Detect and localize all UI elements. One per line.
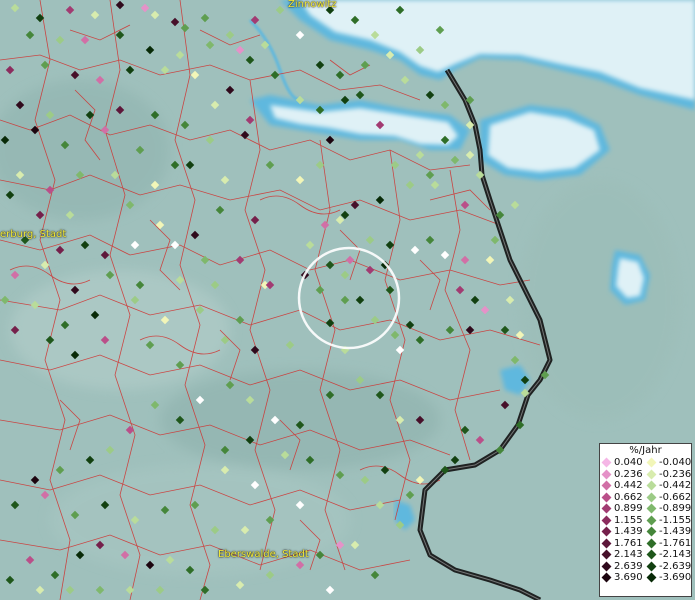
legend-value: -0.040 bbox=[659, 457, 692, 468]
legend-row: 2.639 -2.639 bbox=[600, 561, 691, 573]
legend-entry-neg: -3.690 bbox=[645, 572, 691, 584]
legend-entry-pos: 0.040 bbox=[600, 457, 645, 469]
legend-entry-pos: 0.899 bbox=[600, 503, 645, 515]
legend-swatch bbox=[646, 492, 657, 503]
legend-value: 2.143 bbox=[614, 549, 643, 560]
legend-value: 1.761 bbox=[614, 537, 643, 549]
legend-value: -3.690 bbox=[659, 572, 692, 583]
legend-value: 0.899 bbox=[614, 503, 643, 514]
legend-value: -1.155 bbox=[659, 514, 692, 526]
legend-swatch bbox=[646, 457, 657, 468]
legend-row: 0.662 -0.662 bbox=[600, 492, 691, 504]
legend-row: 2.143 -2.143 bbox=[600, 549, 691, 561]
legend-row: 0.236 -0.236 bbox=[600, 469, 691, 481]
legend: %/Jahr 0.040 -0.040 0.236 -0.236 0.442 -0.442… bbox=[599, 443, 692, 597]
legend-entry-pos: 2.639 bbox=[600, 561, 645, 573]
legend-swatch bbox=[601, 492, 612, 503]
legend-entry-neg: -0.236 bbox=[645, 469, 691, 481]
legend-value: 3.690 bbox=[614, 572, 643, 583]
legend-title: %/Jahr bbox=[629, 445, 662, 456]
legend-value: 0.236 bbox=[614, 468, 643, 480]
legend-swatch bbox=[646, 515, 657, 526]
legend-swatch bbox=[601, 469, 612, 480]
legend-swatch bbox=[601, 526, 612, 537]
legend-swatch bbox=[646, 469, 657, 480]
legend-entry-neg: -0.442 bbox=[645, 480, 691, 492]
legend-row: 1.761 -1.761 bbox=[600, 538, 691, 550]
legend-swatch bbox=[601, 480, 612, 491]
legend-swatch bbox=[646, 561, 657, 572]
legend-swatch bbox=[646, 572, 657, 583]
legend-swatch bbox=[646, 503, 657, 514]
legend-row: 1.155 -1.155 bbox=[600, 515, 691, 527]
legend-value: 1.439 bbox=[614, 526, 643, 537]
legend-value: -0.236 bbox=[659, 468, 692, 480]
legend-value: -2.639 bbox=[659, 560, 692, 572]
legend-entry-neg: -0.662 bbox=[645, 492, 691, 504]
legend-row: 1.439 -1.439 bbox=[600, 526, 691, 538]
legend-swatch bbox=[601, 457, 612, 468]
legend-entry-neg: -0.899 bbox=[645, 503, 691, 515]
legend-swatch bbox=[646, 538, 657, 549]
legend-swatch bbox=[601, 561, 612, 572]
legend-entry-pos: 0.442 bbox=[600, 480, 645, 492]
legend-value: 1.155 bbox=[614, 514, 643, 526]
legend-value: 2.639 bbox=[614, 560, 643, 572]
legend-entry-pos: 1.155 bbox=[600, 515, 645, 527]
legend-swatch bbox=[646, 549, 657, 560]
legend-row: 3.690 -3.690 bbox=[600, 572, 691, 584]
legend-entry-pos: 1.761 bbox=[600, 538, 645, 550]
legend-rows: 0.040 -0.040 0.236 -0.236 0.442 -0.442 0.662 -0… bbox=[600, 457, 691, 584]
legend-value: 0.040 bbox=[614, 457, 643, 468]
legend-swatch bbox=[601, 515, 612, 526]
legend-entry-pos: 3.690 bbox=[600, 572, 645, 584]
legend-swatch bbox=[646, 526, 657, 537]
legend-entry-neg: -1.155 bbox=[645, 515, 691, 527]
legend-value: -0.662 bbox=[659, 491, 692, 503]
map-canvas[interactable] bbox=[0, 0, 695, 600]
legend-row: 0.040 -0.040 bbox=[600, 457, 691, 469]
legend-value: -0.899 bbox=[659, 503, 692, 514]
place-label-eberswalde: Eberswalde, Stadt bbox=[218, 549, 309, 560]
legend-entry-neg: -1.761 bbox=[645, 538, 691, 550]
legend-value: -1.761 bbox=[659, 537, 692, 549]
legend-entry-neg: -0.040 bbox=[645, 457, 691, 469]
place-label-left-city: erburg, Stadt bbox=[0, 229, 67, 240]
place-label-zinnowitz: Zinnowitz bbox=[288, 0, 337, 10]
legend-swatch bbox=[601, 538, 612, 549]
legend-swatch bbox=[601, 503, 612, 514]
legend-entry-pos: 2.143 bbox=[600, 549, 645, 561]
legend-swatch bbox=[601, 572, 612, 583]
legend-row: 0.442 -0.442 bbox=[600, 480, 691, 492]
legend-entry-neg: -1.439 bbox=[645, 526, 691, 538]
legend-value: 0.662 bbox=[614, 491, 643, 503]
legend-entry-pos: 0.662 bbox=[600, 492, 645, 504]
legend-entry-pos: 1.439 bbox=[600, 526, 645, 538]
legend-value: -1.439 bbox=[659, 526, 692, 537]
legend-value: 0.442 bbox=[614, 480, 643, 491]
legend-entry-neg: -2.639 bbox=[645, 561, 691, 573]
legend-swatch bbox=[646, 480, 657, 491]
legend-entry-pos: 0.236 bbox=[600, 469, 645, 481]
legend-entry-neg: -2.143 bbox=[645, 549, 691, 561]
legend-row: 0.899 -0.899 bbox=[600, 503, 691, 515]
legend-swatch bbox=[601, 549, 612, 560]
legend-value: -2.143 bbox=[659, 549, 692, 560]
legend-value: -0.442 bbox=[659, 480, 692, 491]
